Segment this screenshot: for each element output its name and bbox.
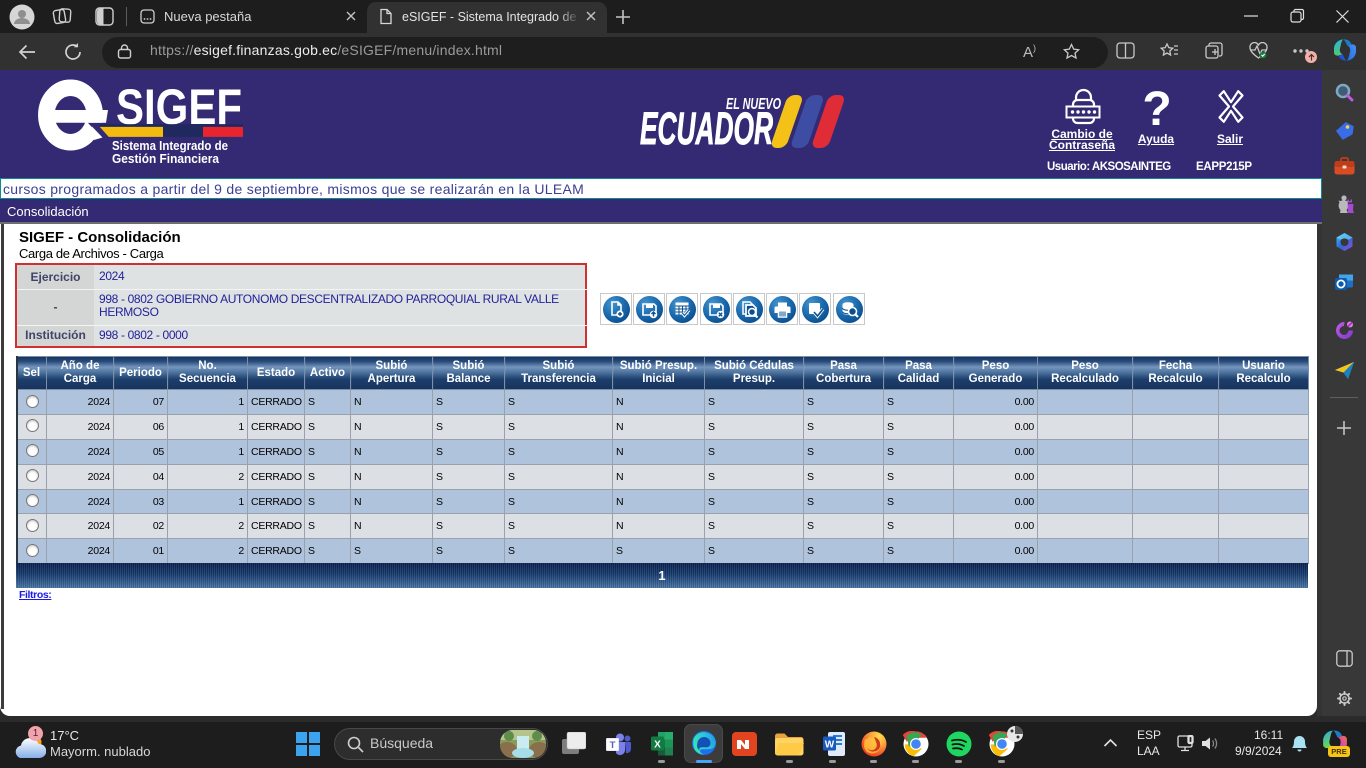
svg-text:T: T	[610, 740, 616, 751]
svg-text:W: W	[825, 740, 835, 751]
svg-text:Gestión Financiera: Gestión Financiera	[112, 151, 220, 166]
svg-text:ECUADOR: ECUADOR	[640, 103, 773, 152]
svg-text:X: X	[654, 740, 661, 751]
